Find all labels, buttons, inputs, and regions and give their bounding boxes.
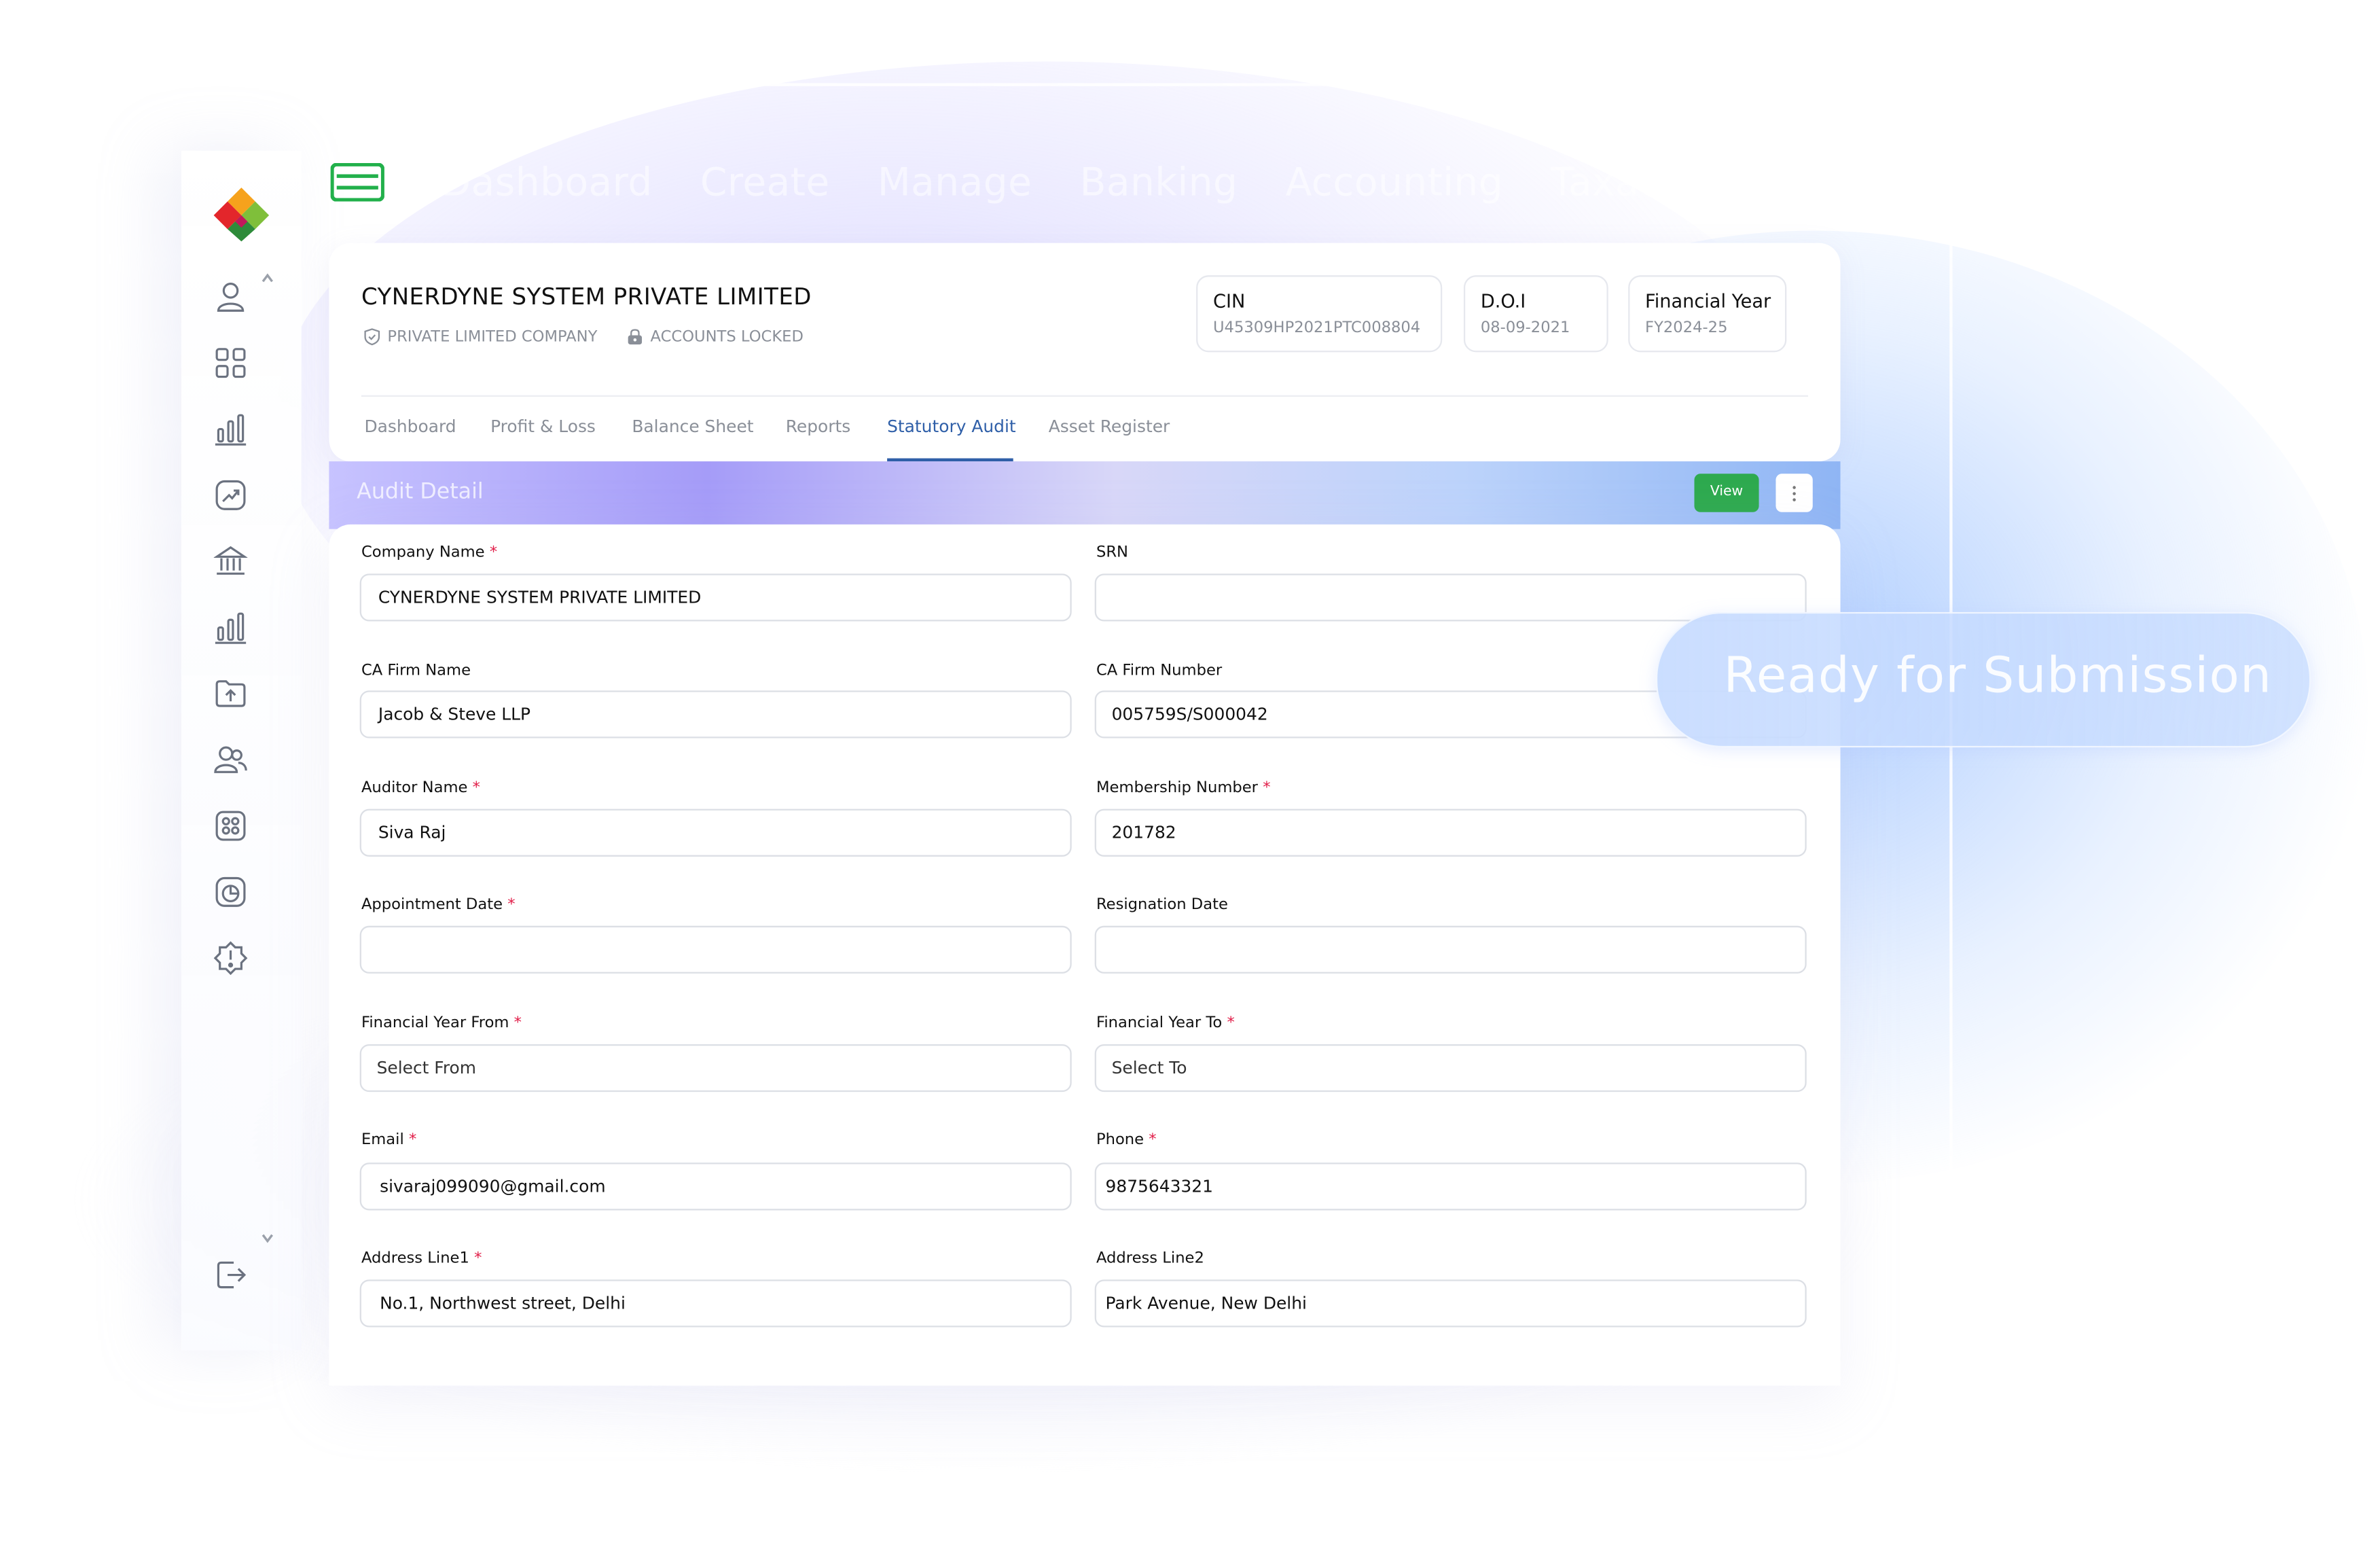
financial-year-label: Financial Year bbox=[1645, 290, 1771, 313]
nav-manage[interactable]: Manage bbox=[878, 160, 1032, 205]
view-button[interactable]: View bbox=[1694, 474, 1759, 512]
company-name-input[interactable]: CYNERDYNE SYSTEM PRIVATE LIMITED bbox=[359, 573, 1072, 622]
top-navigation: Dashboard Create Manage Banking Accounti… bbox=[441, 160, 1818, 205]
company-type-label: PRIVATE LIMITED COMPANY bbox=[387, 328, 598, 346]
doi-label: D.O.I bbox=[1480, 290, 1526, 313]
ready-for-submission-badge: Ready for Submission bbox=[1655, 611, 2311, 748]
menu-icon[interactable] bbox=[330, 162, 384, 202]
ready-for-submission-text: Ready for Submission bbox=[1723, 645, 2273, 705]
phone-label: Phone * bbox=[1096, 1132, 1157, 1149]
ca-firm-name-label: CA Firm Name bbox=[361, 662, 471, 680]
ca-firm-name-input[interactable]: Jacob & Steve LLP bbox=[359, 690, 1072, 739]
lock-icon bbox=[628, 329, 643, 345]
grid-icon[interactable] bbox=[214, 346, 248, 380]
nav-taxation[interactable]: Taxation bbox=[1551, 160, 1714, 205]
doi-value: 08-09-2021 bbox=[1480, 319, 1570, 337]
email-label: Email * bbox=[361, 1132, 417, 1149]
bank-icon[interactable] bbox=[213, 544, 248, 578]
resignation-date-input[interactable] bbox=[1094, 925, 1807, 974]
chevron-down-icon[interactable] bbox=[260, 1230, 276, 1246]
audit-form: Company Name * CYNERDYNE SYSTEM PRIVATE … bbox=[329, 524, 1841, 1386]
address-line2-input[interactable]: Park Avenue, New Delhi bbox=[1094, 1279, 1807, 1328]
company-header-card: CYNERDYNE SYSTEM PRIVATE LIMITED PRIVATE… bbox=[329, 243, 1841, 462]
tab-statutory-audit[interactable]: Statutory Audit bbox=[887, 416, 1016, 436]
financial-year-to-label: Financial Year To * bbox=[1096, 1014, 1235, 1032]
more-options-icon[interactable] bbox=[1775, 474, 1813, 512]
accounts-status: ACCOUNTS LOCKED bbox=[626, 327, 804, 346]
appointment-date-label: Appointment Date * bbox=[361, 896, 516, 914]
brand-logo-icon[interactable] bbox=[208, 185, 276, 243]
nav-dashboard[interactable]: Dashboard bbox=[441, 160, 653, 205]
folder-upload-icon[interactable] bbox=[214, 677, 248, 711]
cin-value: U45309HP2021PTC008804 bbox=[1212, 319, 1421, 337]
nav-hr[interactable]: HR bbox=[1762, 160, 1818, 205]
settings-box-icon[interactable] bbox=[214, 809, 248, 843]
tab-profit-loss[interactable]: Profit & Loss bbox=[490, 416, 596, 436]
srn-input[interactable] bbox=[1094, 573, 1807, 622]
address-line2-label: Address Line2 bbox=[1096, 1250, 1204, 1268]
company-name-title: CYNERDYNE SYSTEM PRIVATE LIMITED bbox=[361, 283, 812, 311]
srn-label: SRN bbox=[1096, 544, 1128, 562]
tab-asset-register[interactable]: Asset Register bbox=[1049, 416, 1170, 436]
logout-icon[interactable] bbox=[214, 1258, 248, 1292]
audit-detail-bar: Audit Detail View bbox=[329, 461, 1841, 529]
alert-badge-icon[interactable] bbox=[213, 941, 248, 976]
auditor-name-label: Auditor Name * bbox=[361, 779, 480, 797]
resignation-date-label: Resignation Date bbox=[1096, 896, 1228, 914]
trend-chart-icon[interactable] bbox=[214, 478, 248, 512]
company-type: PRIVATE LIMITED COMPANY bbox=[363, 327, 597, 346]
cin-label: CIN bbox=[1212, 290, 1246, 313]
user-icon[interactable] bbox=[214, 280, 248, 314]
doi-box: D.O.I 08-09-2021 bbox=[1463, 275, 1608, 353]
financial-year-value: FY2024-25 bbox=[1645, 319, 1728, 337]
company-name-label: Company Name * bbox=[361, 544, 498, 562]
membership-number-label: Membership Number * bbox=[1096, 779, 1271, 797]
pie-chart-icon[interactable] bbox=[214, 875, 248, 909]
header-divider bbox=[361, 395, 1808, 397]
phone-field[interactable]: 9875643321 bbox=[1094, 1162, 1807, 1211]
cin-box: CIN U45309HP2021PTC008804 bbox=[1196, 275, 1443, 353]
nav-banking[interactable]: Banking bbox=[1080, 160, 1238, 205]
financial-year-to-select[interactable]: Select To bbox=[1094, 1044, 1807, 1092]
tab-reports[interactable]: Reports bbox=[786, 416, 851, 436]
nav-create[interactable]: Create bbox=[700, 160, 830, 205]
address-line1-label: Address Line1 * bbox=[361, 1250, 482, 1268]
financial-year-from-label: Financial Year From * bbox=[361, 1014, 522, 1032]
tab-dashboard[interactable]: Dashboard bbox=[364, 416, 456, 436]
appointment-date-input[interactable] bbox=[359, 925, 1072, 974]
email-field[interactable]: sivaraj099090@gmail.com bbox=[359, 1162, 1072, 1211]
shield-check-icon bbox=[364, 328, 380, 346]
audit-detail-title: Audit Detail bbox=[357, 480, 484, 505]
chevron-up-icon[interactable] bbox=[260, 270, 276, 286]
membership-number-input[interactable]: 201782 bbox=[1094, 808, 1807, 857]
address-line1-input[interactable]: No.1, Northwest street, Delhi bbox=[359, 1279, 1072, 1328]
tab-balance-sheet[interactable]: Balance Sheet bbox=[632, 416, 753, 436]
bar-chart-icon[interactable] bbox=[214, 412, 248, 446]
financial-year-from-select[interactable]: Select From bbox=[359, 1044, 1072, 1092]
auditor-name-input[interactable]: Siva Raj bbox=[359, 808, 1072, 857]
stage: Dashboard Create Manage Banking Accounti… bbox=[0, 0, 2380, 1564]
users-icon[interactable] bbox=[214, 743, 248, 777]
ca-firm-number-label: CA Firm Number bbox=[1096, 662, 1223, 680]
nav-accounting[interactable]: Accounting bbox=[1286, 160, 1504, 205]
financial-year-box: Financial Year FY2024-25 bbox=[1628, 275, 1787, 353]
sidebar bbox=[181, 150, 302, 1351]
accounts-status-label: ACCOUNTS LOCKED bbox=[650, 328, 804, 346]
bar-chart-icon[interactable] bbox=[214, 611, 248, 645]
